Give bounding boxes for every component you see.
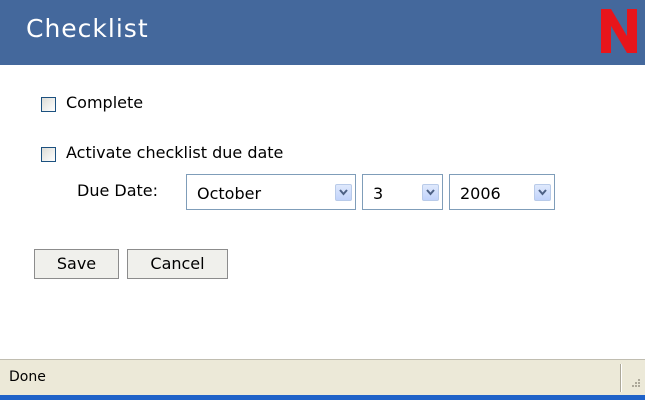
day-select-value: 3 <box>373 184 384 203</box>
year-select-value: 2006 <box>460 184 501 203</box>
complete-label: Complete <box>66 93 144 112</box>
status-text: Done <box>9 369 46 385</box>
activate-due-date-label: Activate checklist due date <box>66 143 284 162</box>
status-separator <box>620 364 621 392</box>
year-select[interactable]: 2006 <box>449 174 555 210</box>
title-bar: Checklist <box>0 0 645 65</box>
chevron-down-icon[interactable] <box>422 184 439 201</box>
activate-due-date-checkbox[interactable] <box>41 147 56 162</box>
page-title: Checklist <box>26 14 149 43</box>
day-select[interactable]: 3 <box>362 174 443 210</box>
n-logo-icon <box>599 7 639 55</box>
resize-grip-icon[interactable] <box>629 373 641 392</box>
status-bar: Done <box>0 359 645 395</box>
complete-checkbox[interactable] <box>41 97 56 112</box>
chevron-down-icon[interactable] <box>534 184 551 201</box>
cancel-button[interactable]: Cancel <box>127 249 228 279</box>
month-select[interactable]: October <box>186 174 356 210</box>
window-bottom-edge <box>0 395 645 400</box>
due-date-label: Due Date: <box>77 181 159 200</box>
month-select-value: October <box>197 184 262 203</box>
chevron-down-icon[interactable] <box>335 184 352 201</box>
save-button[interactable]: Save <box>34 249 119 279</box>
